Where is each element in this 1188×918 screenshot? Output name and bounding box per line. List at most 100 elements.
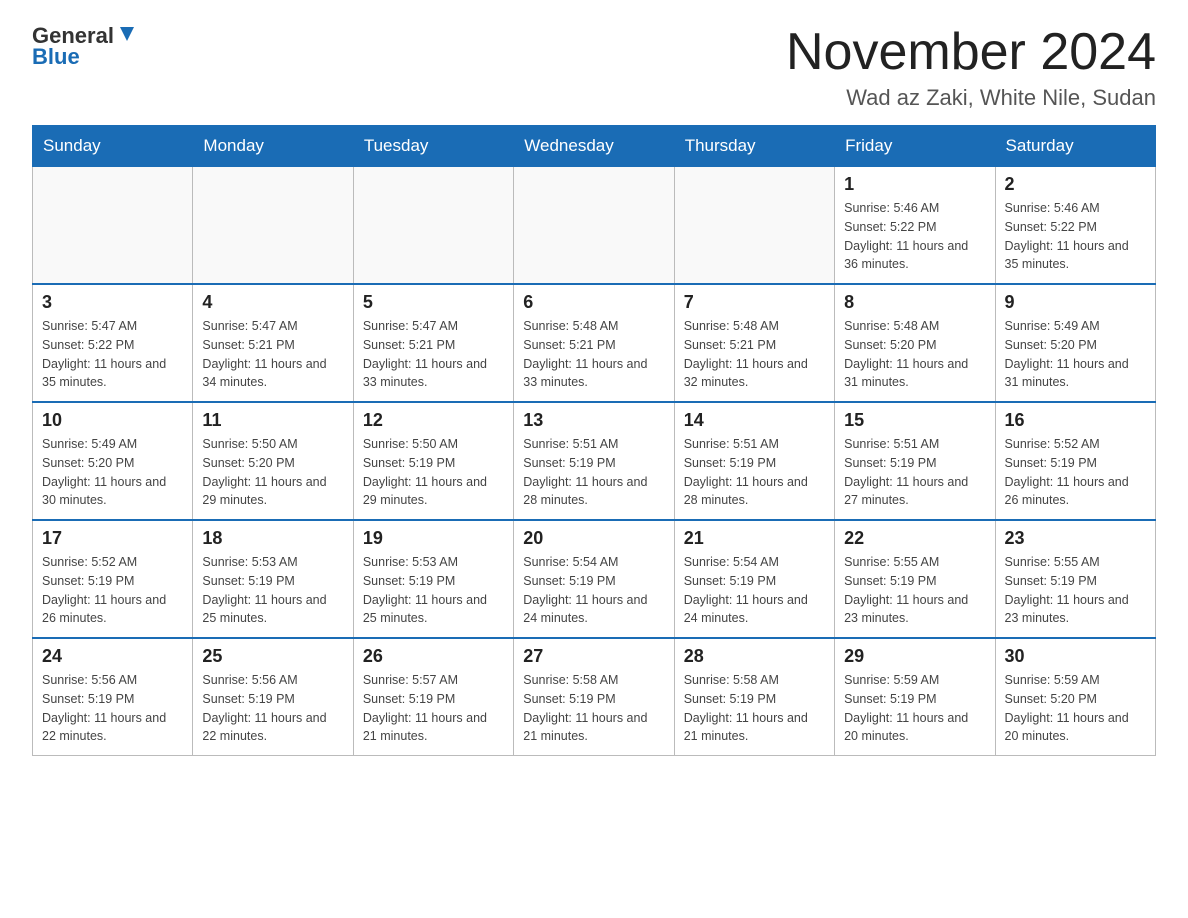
day-detail: Sunrise: 5:48 AMSunset: 5:21 PMDaylight:… <box>523 317 664 392</box>
day-number: 17 <box>42 528 183 549</box>
day-detail: Sunrise: 5:54 AMSunset: 5:19 PMDaylight:… <box>684 553 825 628</box>
day-detail: Sunrise: 5:55 AMSunset: 5:19 PMDaylight:… <box>1005 553 1146 628</box>
table-row <box>514 167 674 285</box>
logo-arrow-icon <box>116 23 138 45</box>
table-row: 14Sunrise: 5:51 AMSunset: 5:19 PMDayligh… <box>674 402 834 520</box>
day-detail: Sunrise: 5:46 AMSunset: 5:22 PMDaylight:… <box>1005 199 1146 274</box>
day-number: 4 <box>202 292 343 313</box>
main-title: November 2024 <box>786 24 1156 81</box>
day-detail: Sunrise: 5:56 AMSunset: 5:19 PMDaylight:… <box>42 671 183 746</box>
day-number: 19 <box>363 528 504 549</box>
table-row: 22Sunrise: 5:55 AMSunset: 5:19 PMDayligh… <box>835 520 995 638</box>
day-detail: Sunrise: 5:50 AMSunset: 5:20 PMDaylight:… <box>202 435 343 510</box>
day-detail: Sunrise: 5:59 AMSunset: 5:20 PMDaylight:… <box>1005 671 1146 746</box>
header-saturday: Saturday <box>995 126 1155 167</box>
day-number: 15 <box>844 410 985 431</box>
table-row: 4 Sunrise: 5:47 AMSunset: 5:21 PMDaylight… <box>193 284 353 402</box>
day-number: 9 <box>1005 292 1146 313</box>
day-number: 22 <box>844 528 985 549</box>
day-number: 16 <box>1005 410 1146 431</box>
day-number: 27 <box>523 646 664 667</box>
table-row: 30 Sunrise: 5:59 AMSunset: 5:20 PMDayligh… <box>995 638 1155 756</box>
table-row: 28 Sunrise: 5:58 AMSunset: 5:19 PMDayligh… <box>674 638 834 756</box>
day-number: 11 <box>202 410 343 431</box>
table-row: 6 Sunrise: 5:48 AMSunset: 5:21 PMDaylight… <box>514 284 674 402</box>
subtitle: Wad az Zaki, White Nile, Sudan <box>786 85 1156 111</box>
day-detail: Sunrise: 5:52 AMSunset: 5:19 PMDaylight:… <box>1005 435 1146 510</box>
table-row: 18 Sunrise: 5:53 AMSunset: 5:19 PMDayligh… <box>193 520 353 638</box>
day-number: 21 <box>684 528 825 549</box>
day-number: 28 <box>684 646 825 667</box>
table-row: 5Sunrise: 5:47 AMSunset: 5:21 PMDaylight… <box>353 284 513 402</box>
table-row <box>353 167 513 285</box>
calendar-week-row: 10Sunrise: 5:49 AMSunset: 5:20 PMDayligh… <box>33 402 1156 520</box>
table-row: 2Sunrise: 5:46 AMSunset: 5:22 PMDaylight… <box>995 167 1155 285</box>
table-row: 13 Sunrise: 5:51 AMSunset: 5:19 PMDayligh… <box>514 402 674 520</box>
day-detail: Sunrise: 5:49 AMSunset: 5:20 PMDaylight:… <box>1005 317 1146 392</box>
calendar-header-row: Sunday Monday Tuesday Wednesday Thursday… <box>33 126 1156 167</box>
table-row: 19Sunrise: 5:53 AMSunset: 5:19 PMDayligh… <box>353 520 513 638</box>
logo-line2: Blue <box>32 44 80 70</box>
day-detail: Sunrise: 5:58 AMSunset: 5:19 PMDaylight:… <box>523 671 664 746</box>
day-detail: Sunrise: 5:51 AMSunset: 5:19 PMDaylight:… <box>523 435 664 510</box>
table-row <box>33 167 193 285</box>
day-number: 1 <box>844 174 985 195</box>
day-detail: Sunrise: 5:46 AMSunset: 5:22 PMDaylight:… <box>844 199 985 274</box>
day-detail: Sunrise: 5:54 AMSunset: 5:19 PMDaylight:… <box>523 553 664 628</box>
header-sunday: Sunday <box>33 126 193 167</box>
day-detail: Sunrise: 5:47 AMSunset: 5:21 PMDaylight:… <box>202 317 343 392</box>
day-number: 12 <box>363 410 504 431</box>
day-number: 29 <box>844 646 985 667</box>
day-detail: Sunrise: 5:59 AMSunset: 5:19 PMDaylight:… <box>844 671 985 746</box>
day-number: 25 <box>202 646 343 667</box>
day-detail: Sunrise: 5:52 AMSunset: 5:19 PMDaylight:… <box>42 553 183 628</box>
table-row: 17 Sunrise: 5:52 AMSunset: 5:19 PMDayligh… <box>33 520 193 638</box>
table-row <box>193 167 353 285</box>
day-detail: Sunrise: 5:47 AMSunset: 5:22 PMDaylight:… <box>42 317 183 392</box>
day-number: 18 <box>202 528 343 549</box>
header-tuesday: Tuesday <box>353 126 513 167</box>
title-area: November 2024 Wad az Zaki, White Nile, S… <box>786 24 1156 111</box>
header-wednesday: Wednesday <box>514 126 674 167</box>
table-row: 23Sunrise: 5:55 AMSunset: 5:19 PMDayligh… <box>995 520 1155 638</box>
table-row: 16 Sunrise: 5:52 AMSunset: 5:19 PMDayligh… <box>995 402 1155 520</box>
day-detail: Sunrise: 5:50 AMSunset: 5:19 PMDaylight:… <box>363 435 504 510</box>
table-row: 27 Sunrise: 5:58 AMSunset: 5:19 PMDayligh… <box>514 638 674 756</box>
calendar-week-row: 1 Sunrise: 5:46 AMSunset: 5:22 PMDaylight… <box>33 167 1156 285</box>
header-monday: Monday <box>193 126 353 167</box>
day-number: 26 <box>363 646 504 667</box>
table-row <box>674 167 834 285</box>
day-detail: Sunrise: 5:53 AMSunset: 5:19 PMDaylight:… <box>202 553 343 628</box>
day-detail: Sunrise: 5:48 AMSunset: 5:21 PMDaylight:… <box>684 317 825 392</box>
table-row: 8 Sunrise: 5:48 AMSunset: 5:20 PMDaylight… <box>835 284 995 402</box>
day-number: 3 <box>42 292 183 313</box>
table-row: 21 Sunrise: 5:54 AMSunset: 5:19 PMDayligh… <box>674 520 834 638</box>
table-row: 11 Sunrise: 5:50 AMSunset: 5:20 PMDayligh… <box>193 402 353 520</box>
table-row: 12 Sunrise: 5:50 AMSunset: 5:19 PMDayligh… <box>353 402 513 520</box>
table-row: 15 Sunrise: 5:51 AMSunset: 5:19 PMDayligh… <box>835 402 995 520</box>
day-number: 8 <box>844 292 985 313</box>
calendar-week-row: 17 Sunrise: 5:52 AMSunset: 5:19 PMDayligh… <box>33 520 1156 638</box>
day-number: 10 <box>42 410 183 431</box>
day-number: 20 <box>523 528 664 549</box>
table-row: 29 Sunrise: 5:59 AMSunset: 5:19 PMDayligh… <box>835 638 995 756</box>
day-detail: Sunrise: 5:48 AMSunset: 5:20 PMDaylight:… <box>844 317 985 392</box>
table-row: 24Sunrise: 5:56 AMSunset: 5:19 PMDayligh… <box>33 638 193 756</box>
day-detail: Sunrise: 5:58 AMSunset: 5:19 PMDaylight:… <box>684 671 825 746</box>
day-detail: Sunrise: 5:51 AMSunset: 5:19 PMDaylight:… <box>684 435 825 510</box>
day-detail: Sunrise: 5:57 AMSunset: 5:19 PMDaylight:… <box>363 671 504 746</box>
day-number: 6 <box>523 292 664 313</box>
day-number: 7 <box>684 292 825 313</box>
table-row: 9 Sunrise: 5:49 AMSunset: 5:20 PMDaylight… <box>995 284 1155 402</box>
calendar-week-row: 3 Sunrise: 5:47 AMSunset: 5:22 PMDaylight… <box>33 284 1156 402</box>
table-row: 26 Sunrise: 5:57 AMSunset: 5:19 PMDayligh… <box>353 638 513 756</box>
day-detail: Sunrise: 5:51 AMSunset: 5:19 PMDaylight:… <box>844 435 985 510</box>
table-row: 20 Sunrise: 5:54 AMSunset: 5:19 PMDayligh… <box>514 520 674 638</box>
day-number: 30 <box>1005 646 1146 667</box>
table-row: 7 Sunrise: 5:48 AMSunset: 5:21 PMDaylight… <box>674 284 834 402</box>
table-row: 3 Sunrise: 5:47 AMSunset: 5:22 PMDaylight… <box>33 284 193 402</box>
page-header: General Blue November 2024 Wad az Zaki, … <box>32 24 1156 111</box>
day-number: 13 <box>523 410 664 431</box>
calendar-week-row: 24Sunrise: 5:56 AMSunset: 5:19 PMDayligh… <box>33 638 1156 756</box>
day-detail: Sunrise: 5:47 AMSunset: 5:21 PMDaylight:… <box>363 317 504 392</box>
